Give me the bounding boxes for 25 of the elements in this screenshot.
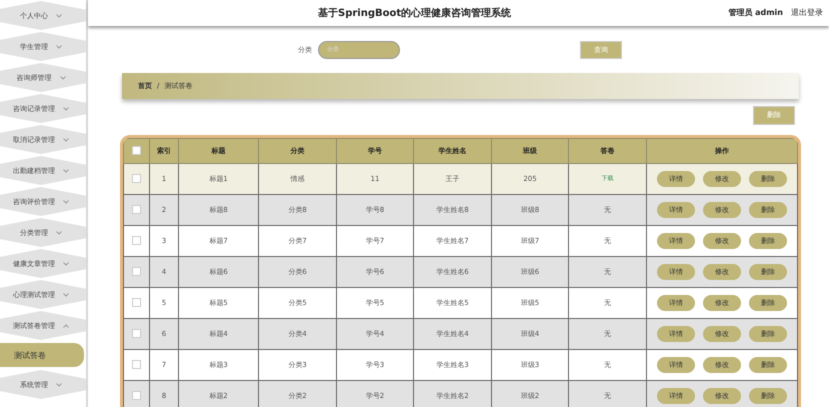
app-title: 基于SpringBoot的心理健康咨询管理系统: [318, 6, 512, 20]
row-checkbox[interactable]: [132, 267, 141, 276]
chevron-down-icon: [63, 138, 69, 142]
chevron-down-icon: [63, 106, 69, 110]
chevron-down-icon: [56, 44, 62, 48]
logout-link[interactable]: 退出登录: [791, 7, 823, 18]
sidebar-subitem[interactable]: 测试答卷: [0, 343, 84, 367]
chevron-down-icon: [63, 262, 69, 266]
user-label: 管理员 admin: [728, 7, 783, 18]
select-all-checkbox[interactable]: [132, 146, 141, 156]
row-checkbox[interactable]: [132, 205, 141, 214]
row-checkbox[interactable]: [132, 298, 141, 308]
chevron-down-icon: [63, 200, 69, 204]
chevron-down-icon: [56, 14, 62, 18]
row-checkbox[interactable]: [132, 174, 141, 184]
chevron-down-icon: [56, 382, 62, 386]
chevron-up-icon: [63, 324, 69, 328]
row-checkbox[interactable]: [132, 391, 141, 400]
row-checkbox[interactable]: [132, 236, 141, 246]
chevron-down-icon: [63, 292, 69, 296]
row-checkbox[interactable]: [132, 360, 141, 370]
chevron-down-icon: [56, 230, 62, 234]
row-checkbox[interactable]: [132, 329, 141, 338]
chevron-down-icon: [60, 76, 66, 80]
chevron-down-icon: [63, 168, 69, 172]
